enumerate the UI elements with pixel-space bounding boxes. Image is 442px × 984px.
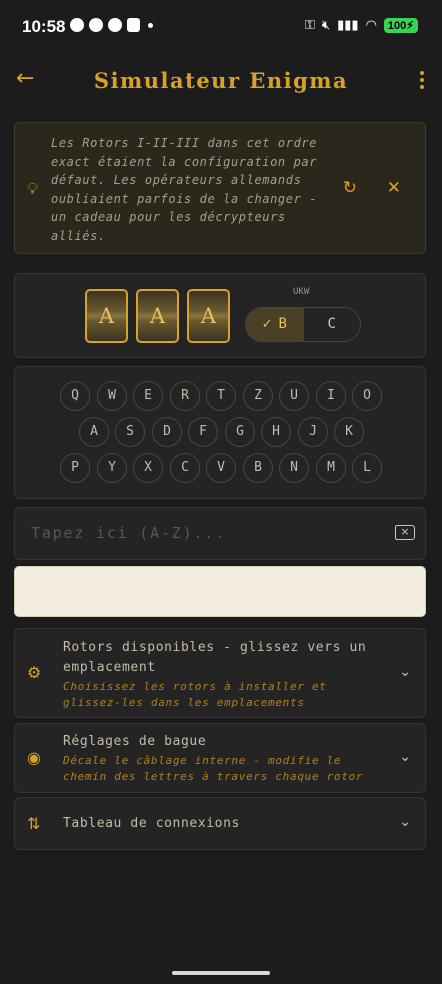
ukw-option-b-label: B	[278, 316, 287, 332]
section-subtitle: Décale le câblage interne - modifie le c…	[63, 754, 364, 783]
rotor-window-1[interactable]: A	[85, 289, 128, 343]
mute-icon: 🔇︎	[321, 18, 331, 33]
rotor-panel: A A A UKW ✓ B C	[14, 273, 426, 358]
chevron-down-icon[interactable]: ⌄	[399, 664, 411, 680]
rotor-window-2[interactable]: A	[136, 289, 179, 343]
section-title: Rotors disponibles - glissez vers un emp…	[63, 640, 367, 675]
key-w[interactable]: W	[97, 381, 127, 411]
message-input[interactable]: Tapez ici (A-Z)... ×	[14, 507, 426, 560]
key-t[interactable]: T	[206, 381, 236, 411]
section-available-rotors[interactable]: ⚙ Rotors disponibles - glissez vers un e…	[14, 628, 426, 718]
notification-icons	[70, 18, 153, 32]
check-icon: ✓	[261, 317, 273, 332]
dot-icon	[148, 23, 153, 28]
plug-icon: ⇅	[27, 814, 41, 833]
key-z[interactable]: Z	[243, 381, 273, 411]
key-h[interactable]: H	[261, 417, 291, 447]
wifi-icon: ◠	[365, 18, 377, 33]
whatsapp-icon	[89, 18, 103, 32]
lightbulb-icon: 💡︎	[27, 179, 39, 198]
key-k[interactable]: K	[334, 417, 364, 447]
key-u[interactable]: U	[279, 381, 309, 411]
home-indicator[interactable]	[172, 971, 270, 975]
ukw-label: UKW	[293, 287, 310, 297]
battery-level: 100	[387, 20, 407, 32]
key-j[interactable]: J	[298, 417, 328, 447]
chat-bubble-icon	[70, 18, 84, 32]
key-p[interactable]: P	[60, 453, 90, 483]
key-e[interactable]: E	[133, 381, 163, 411]
page-title: Simulateur Enigma	[93, 68, 349, 93]
gear-icon: ⚙	[27, 663, 42, 682]
section-title: Réglages de bague	[63, 734, 207, 749]
key-g[interactable]: G	[225, 417, 255, 447]
key-v[interactable]: V	[206, 453, 236, 483]
refresh-icon[interactable]: ↻	[343, 178, 357, 198]
key-a[interactable]: A	[79, 417, 109, 447]
key-n[interactable]: N	[279, 453, 309, 483]
section-ring-settings[interactable]: ◉ Réglages de bague Décale le câblage in…	[14, 723, 426, 793]
ukw-option-b[interactable]: ✓ B	[246, 308, 304, 341]
key-c[interactable]: C	[170, 453, 200, 483]
key-l[interactable]: L	[352, 453, 382, 483]
output-box	[14, 566, 426, 617]
key-m[interactable]: M	[316, 453, 346, 483]
chevron-down-icon[interactable]: ⌄	[399, 814, 411, 830]
info-tip-text: Les Rotors I-II-III dans cet ordre exact…	[51, 136, 318, 243]
key-y[interactable]: Y	[97, 453, 127, 483]
rotor-window-3[interactable]: A	[187, 289, 230, 343]
enigma-keyboard: Q W E R T Z U I O A S D F G H J K P Y X …	[14, 366, 426, 499]
target-icon: ◉	[27, 748, 41, 767]
ukw-selector: ✓ B C	[245, 307, 361, 342]
status-time: 10:58	[22, 17, 66, 36]
key-r[interactable]: R	[170, 381, 200, 411]
backspace-icon[interactable]: ×	[395, 525, 415, 540]
section-subtitle: Choisissez les rotors à installer et gli…	[63, 680, 327, 709]
calendar-icon	[127, 18, 140, 32]
signal-icon: ▮▮▮	[337, 18, 359, 33]
app-bar: ← Simulateur Enigma	[0, 58, 442, 104]
key-i[interactable]: I	[316, 381, 346, 411]
key-f[interactable]: F	[188, 417, 218, 447]
section-title: Tableau de connexions	[63, 816, 240, 831]
ukw-option-c[interactable]: C	[304, 308, 361, 341]
message-input-placeholder: Tapez ici (A-Z)...	[31, 524, 226, 542]
key-d[interactable]: D	[152, 417, 182, 447]
ukw-option-c-label: C	[327, 316, 336, 332]
key-icon: ⚿	[304, 18, 315, 33]
key-x[interactable]: X	[133, 453, 163, 483]
close-icon[interactable]: ✕	[387, 178, 401, 198]
key-o[interactable]: O	[352, 381, 382, 411]
chevron-down-icon[interactable]: ⌄	[399, 749, 411, 765]
key-b[interactable]: B	[243, 453, 273, 483]
key-s[interactable]: S	[115, 417, 145, 447]
system-icons: ⚿ 🔇︎ ▮▮▮ ◠ 100⚡︎	[305, 18, 418, 33]
more-vertical-icon[interactable]	[420, 71, 424, 92]
section-plugboard[interactable]: ⇅ Tableau de connexions ⌄	[14, 797, 426, 850]
battery-icon: 100⚡︎	[383, 18, 418, 33]
github-icon	[108, 18, 122, 32]
status-bar: 10:58 ⚿ 🔇︎ ▮▮▮ ◠ 100⚡︎	[0, 0, 442, 56]
key-q[interactable]: Q	[60, 381, 90, 411]
info-tip: 💡︎ Les Rotors I-II-III dans cet ordre ex…	[14, 122, 426, 254]
